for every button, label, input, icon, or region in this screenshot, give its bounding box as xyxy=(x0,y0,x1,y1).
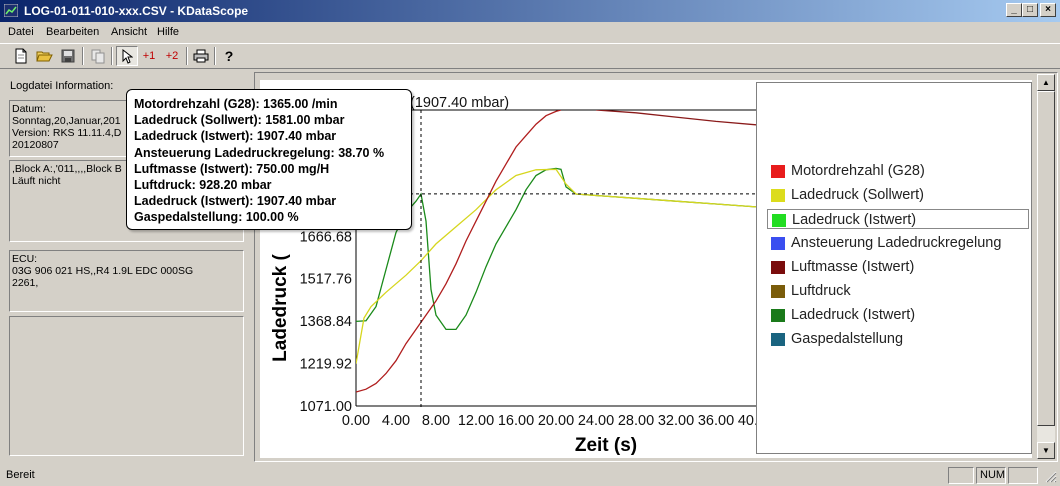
status-panel-num: NUM xyxy=(976,467,1006,484)
legend-item[interactable]: Motordrehzahl (G28) xyxy=(767,161,1029,181)
copy-icon[interactable] xyxy=(87,46,109,66)
legend-swatch xyxy=(771,333,785,346)
print-icon[interactable] xyxy=(190,46,212,66)
y-tick-label: 1219.92 xyxy=(300,357,352,373)
scroll-thumb[interactable] xyxy=(1037,91,1055,426)
legend-label: Ladedruck (Istwert) xyxy=(791,307,916,323)
legend-item[interactable]: Ladedruck (Istwert) xyxy=(767,305,1029,325)
maximize-button[interactable]: □ xyxy=(1022,3,1038,17)
pointer-icon[interactable] xyxy=(116,46,138,66)
legend-item[interactable]: Luftdruck xyxy=(767,281,1029,301)
legend-item[interactable]: Ladedruck (Sollwert) xyxy=(767,185,1029,205)
tooltip-line: Gaspedalstellung: 100.00 % xyxy=(134,210,299,225)
vertical-scrollbar[interactable]: ▲ ▼ xyxy=(1037,74,1055,459)
legend-item[interactable]: Luftmasse (Istwert) xyxy=(767,257,1029,277)
tooltip-line: Ansteuerung Ladedruckregelung: 38.70 % xyxy=(134,145,385,160)
x-tick-label: 12.00 xyxy=(458,413,494,429)
empty-panel xyxy=(9,316,244,456)
legend-item[interactable]: Ansteuerung Ladedruckregelung xyxy=(767,233,1029,253)
menu-ansicht[interactable]: Ansicht xyxy=(111,26,147,38)
tooltip-line: Ladedruck (Istwert): 1907.40 mbar xyxy=(134,194,337,209)
legend-item[interactable]: Ladedruck (Istwert) xyxy=(767,209,1029,229)
marker1-icon[interactable]: +1 xyxy=(138,46,160,66)
status-panel-caps xyxy=(948,467,974,484)
new-icon[interactable] xyxy=(10,46,32,66)
status-panel-scrl xyxy=(1008,467,1038,484)
status-text: Bereit xyxy=(6,469,35,481)
series-line xyxy=(356,168,756,364)
series-line xyxy=(356,167,756,331)
x-tick-label: 32.00 xyxy=(658,413,694,429)
toolbar-separator xyxy=(214,47,216,65)
tooltip-line: Luftdruck: 928.20 mbar xyxy=(134,178,272,193)
application-window: LOG-01-011-010-xxx.CSV - KDataScope _ □ … xyxy=(0,0,1060,486)
tooltip-line: Ladedruck (Sollwert): 1581.00 mbar xyxy=(134,113,345,128)
toolbar: +1 +2 ? xyxy=(0,43,1060,69)
status-bar: Bereit NUM xyxy=(0,464,1060,486)
legend-label: Luftmasse (Istwert) xyxy=(791,259,915,275)
close-button[interactable]: × xyxy=(1040,3,1056,17)
x-tick-label: 36.00 xyxy=(698,413,734,429)
scroll-up-icon[interactable]: ▲ xyxy=(1037,74,1055,91)
x-axis-title: Zeit (s) xyxy=(575,435,637,456)
scroll-down-icon[interactable]: ▼ xyxy=(1037,442,1055,459)
toolbar-separator xyxy=(82,47,84,65)
x-tick-label: 8.00 xyxy=(422,413,450,429)
x-tick-label: 0.00 xyxy=(342,413,370,429)
legend-swatch xyxy=(771,189,785,202)
legend-label: Gaspedalstellung xyxy=(791,331,904,347)
x-tick-label: 24.00 xyxy=(578,413,614,429)
logfile-info-heading: Logdatei Information: xyxy=(10,80,114,92)
legend-swatch xyxy=(772,214,786,227)
legend-label: Ladedruck (Sollwert) xyxy=(791,187,924,203)
legend-swatch xyxy=(771,261,785,274)
x-tick-label: 20.00 xyxy=(538,413,574,429)
marker2-icon[interactable]: +2 xyxy=(161,46,183,66)
legend-label: Motordrehzahl (G28) xyxy=(791,163,925,179)
menu-datei[interactable]: Datei xyxy=(8,26,34,38)
y-tick-label: 1666.68 xyxy=(300,229,352,245)
x-tick-label: 16.00 xyxy=(498,413,534,429)
series-line xyxy=(595,110,756,126)
menu-bar: Datei Bearbeiten Ansicht Hilfe xyxy=(0,23,1060,41)
legend-item[interactable]: Gaspedalstellung xyxy=(767,329,1029,349)
minimize-button[interactable]: _ xyxy=(1006,3,1022,17)
x-tick-label: 28.00 xyxy=(618,413,654,429)
tooltip-line: Ladedruck (Istwert): 1907.40 mbar xyxy=(134,129,337,144)
menu-hilfe[interactable]: Hilfe xyxy=(157,26,179,38)
legend-swatch xyxy=(771,285,785,298)
save-icon[interactable] xyxy=(57,46,79,66)
app-icon xyxy=(4,4,18,17)
value-tooltip: Motordrehzahl (G28): 1365.00 /min Ladedr… xyxy=(126,89,412,230)
help-icon[interactable]: ? xyxy=(218,46,240,66)
y-tick-label: 1368.84 xyxy=(300,314,352,330)
ecu-line: ECU: xyxy=(12,253,38,265)
toolbar-separator xyxy=(186,47,188,65)
menu-bearbeiten[interactable]: Bearbeiten xyxy=(46,26,99,38)
x-tick-label: 4.00 xyxy=(382,413,410,429)
ecu-line: 03G 906 021 HS,,R4 1.9L EDC 000SG xyxy=(12,265,194,277)
legend-label: Ladedruck (Istwert) xyxy=(792,212,917,228)
legend-label: Ansteuerung Ladedruckregelung xyxy=(791,235,1002,251)
legend-swatch xyxy=(771,165,785,178)
ecu-line: 2261, xyxy=(12,277,39,289)
open-folder-icon[interactable] xyxy=(33,46,55,66)
legend-swatch xyxy=(771,237,785,250)
toolbar-separator xyxy=(111,47,113,65)
tooltip-line: Motordrehzahl (G28): 1365.00 /min xyxy=(134,97,338,111)
window-title: LOG-01-011-010-xxx.CSV - KDataScope xyxy=(24,4,249,18)
legend-label: Luftdruck xyxy=(791,283,851,299)
y-axis-title: Ladedruck ( xyxy=(270,253,291,361)
tooltip-line: Luftmasse (Istwert): 750.00 mg/H xyxy=(134,161,330,176)
legend-swatch xyxy=(771,309,785,322)
chart-legend: Motordrehzahl (G28) Ladedruck (Sollwert) L… xyxy=(756,82,1032,454)
title-bar[interactable]: LOG-01-011-010-xxx.CSV - KDataScope _ □ … xyxy=(0,0,1060,22)
y-tick-label: 1517.76 xyxy=(300,272,352,288)
ecu-panel: ECU: 03G 906 021 HS,,R4 1.9L EDC 000SG 2… xyxy=(9,250,244,312)
resize-grip-icon[interactable] xyxy=(1044,470,1057,483)
chart-title: (1907.40 mbar) xyxy=(410,95,509,111)
